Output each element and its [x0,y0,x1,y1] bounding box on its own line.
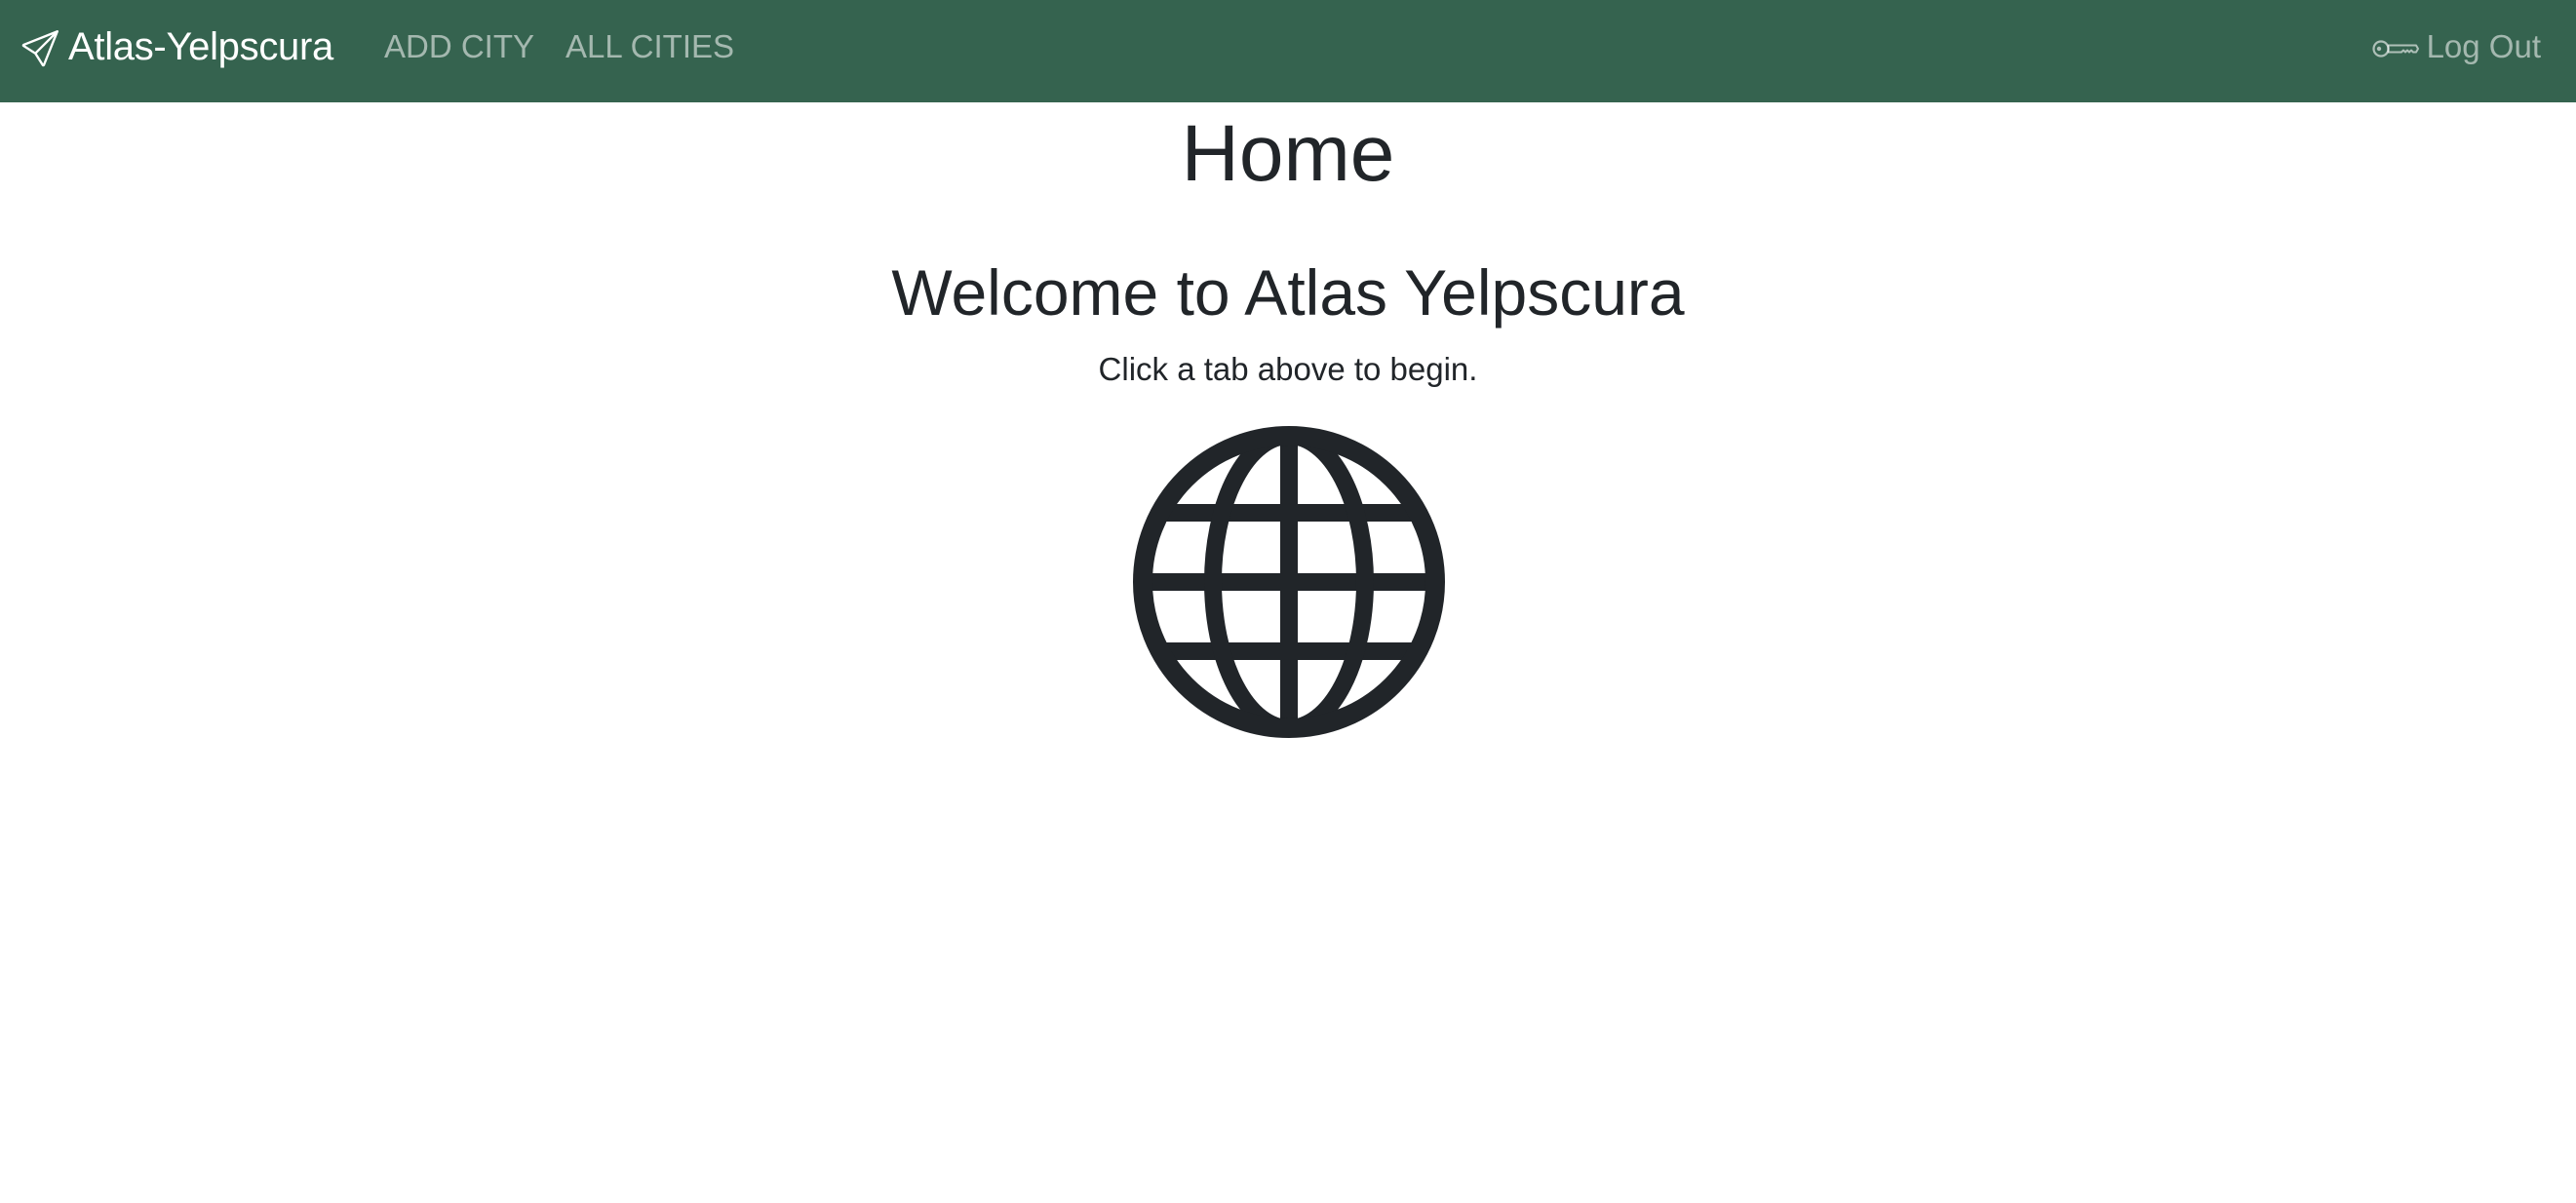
nav-all-cities[interactable]: ALL CITIES [566,30,734,62]
send-icon [21,29,59,67]
brand-link[interactable]: Atlas-Yelpscura [21,0,333,93]
globe-icon [1132,425,1446,739]
nav-add-city[interactable]: ADD CITY [384,30,534,62]
nav-links: ADD CITY ALL CITIES [384,0,765,93]
brand-title: Atlas-Yelpscura [68,24,333,68]
instructions-text: Click a tab above to begin. [1098,351,1478,387]
logout-link[interactable]: Log Out [2371,0,2541,93]
key-icon [2371,34,2419,63]
top-navbar: Atlas-Yelpscura ADD CITY ALL CITIES Log … [0,0,2576,102]
page-title: Home [1181,109,1395,198]
welcome-heading: Welcome to Atlas Yelpscura [891,256,1685,329]
logout-label: Log Out [2426,28,2541,64]
